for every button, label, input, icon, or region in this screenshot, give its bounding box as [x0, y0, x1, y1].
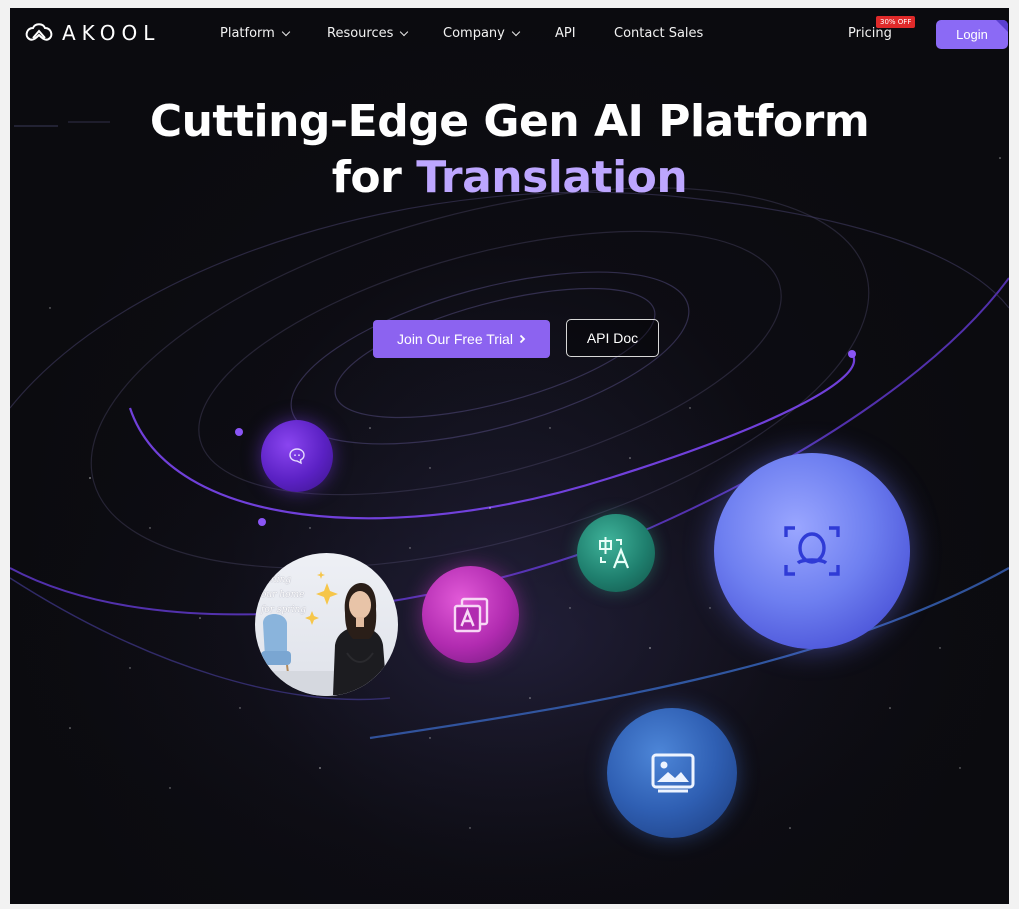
chevron-down-icon — [281, 27, 291, 37]
free-trial-label: Join Our Free Trial — [397, 331, 513, 347]
headline-accent: Translation — [416, 152, 688, 203]
nav-contact-sales[interactable]: Contact Sales — [614, 26, 703, 41]
hero-headline: Cutting-Edge Gen AI Platform for Transla… — [10, 94, 1009, 206]
nav-resources-label: Resources — [327, 26, 394, 41]
face-swap-feature-bubble[interactable] — [714, 453, 910, 649]
nav-company-label: Company — [443, 26, 505, 41]
nav-pricing[interactable]: Pricing — [848, 26, 892, 41]
akool-logo-icon — [25, 23, 53, 41]
nav-api[interactable]: API — [555, 26, 576, 41]
image-icon — [651, 753, 695, 793]
top-navbar: AKOOL Platform Resources Company API Con… — [10, 8, 1009, 64]
caption-line: our home — [261, 590, 305, 600]
text-a-icon — [453, 597, 489, 633]
translate-icon — [599, 537, 630, 569]
brand-name: AKOOL — [62, 21, 161, 45]
image-feature-bubble[interactable] — [607, 708, 737, 838]
browser-viewport: AKOOL Platform Resources Company API Con… — [10, 8, 1009, 904]
chevron-down-icon — [511, 27, 521, 37]
headline-line-2: for Translation — [10, 150, 1009, 206]
api-doc-button[interactable]: API Doc — [566, 319, 659, 357]
face-scan-icon — [784, 526, 840, 576]
caption-line: eshing — [261, 575, 292, 585]
headline-line-1: Cutting-Edge Gen AI Platform — [149, 96, 870, 147]
nav-api-label: API — [555, 26, 576, 41]
chevron-down-icon — [400, 27, 409, 37]
nav-resources[interactable]: Resources — [327, 26, 409, 41]
nav-platform-label: Platform — [220, 26, 275, 41]
chat-bubble-icon — [289, 448, 305, 465]
free-trial-button[interactable]: Join Our Free Trial — [373, 320, 550, 358]
caption-line: for spring — [261, 605, 307, 615]
headline-prefix: for — [331, 152, 402, 203]
video-caption: eshing our home for spring — [261, 573, 306, 618]
api-doc-label: API Doc — [586, 330, 639, 346]
nav-company[interactable]: Company — [443, 26, 521, 41]
login-button[interactable]: Login — [936, 20, 1008, 49]
nav-platform[interactable]: Platform — [220, 26, 291, 41]
translate-feature-bubble[interactable] — [577, 514, 655, 592]
login-corner-accent — [996, 20, 1008, 32]
brand-logo[interactable]: AKOOL — [24, 21, 160, 45]
chat-feature-bubble[interactable] — [261, 420, 333, 492]
login-button-label: Login — [956, 27, 988, 42]
text-feature-bubble[interactable] — [422, 566, 519, 663]
nav-contact-sales-label: Contact Sales — [614, 26, 704, 41]
avatar-video-bubble[interactable]: eshing our home for spring — [255, 553, 398, 696]
chevron-right-icon — [519, 334, 526, 344]
